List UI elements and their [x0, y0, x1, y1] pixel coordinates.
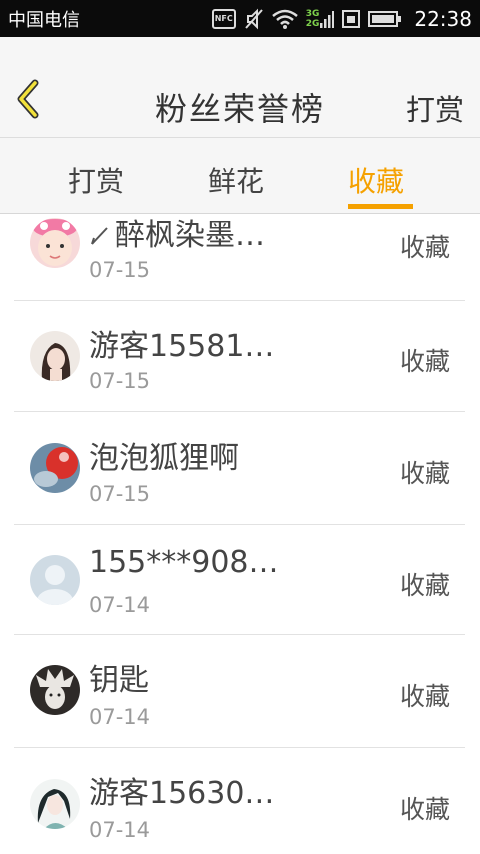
- sim-icon: [342, 8, 361, 30]
- list-item-name: 泡泡狐狸啊: [89, 441, 239, 476]
- title-bar: 粉丝荣誉榜 打赏: [0, 37, 480, 138]
- mute-icon: [244, 8, 264, 30]
- tab-favorites[interactable]: 收藏: [348, 160, 404, 200]
- reward-button[interactable]: 打赏: [406, 87, 464, 129]
- tab-reward[interactable]: 打赏: [68, 160, 124, 200]
- list-item[interactable]: 泡泡狐狸啊 07-15 收藏: [14, 412, 465, 525]
- list-item-action: 收藏: [399, 233, 450, 262]
- list-item[interactable]: 游客15630… 07-14 收藏: [14, 748, 465, 854]
- nfc-icon: NFC: [211, 8, 236, 30]
- fan-list[interactable]: 醉枫染墨… 07-15 收藏 游客15581… 07-15 收藏 泡泡狐狸啊 0…: [0, 214, 480, 854]
- list-item-date: 07-15: [89, 258, 151, 282]
- status-bar: 中国电信 NFC 3G 2G 22:38: [0, 0, 480, 37]
- active-tab-indicator: [348, 204, 413, 209]
- list-item[interactable]: 醉枫染墨… 07-15 收藏: [14, 214, 465, 301]
- list-item-name: 钥匙: [89, 663, 149, 698]
- list-item-name: 游客15581…: [89, 329, 275, 364]
- network-type-icon: 3G 2G: [306, 8, 335, 30]
- list-item-action: 收藏: [399, 459, 450, 488]
- tab-bar: 打赏 鲜花 收藏: [0, 138, 480, 214]
- list-item-date: 07-15: [89, 369, 151, 393]
- list-item[interactable]: 钥匙 07-14 收藏: [14, 635, 465, 748]
- list-item[interactable]: 游客15581… 07-15 收藏: [14, 301, 465, 412]
- list-item-name: 游客15630…: [89, 776, 275, 811]
- list-item-date: 07-15: [89, 482, 151, 506]
- carrier-label: 中国电信: [8, 9, 80, 31]
- list-item[interactable]: 155***908… 07-14 收藏: [14, 525, 465, 635]
- clock: 22:38: [414, 6, 472, 31]
- list-item-date: 07-14: [89, 705, 151, 729]
- avatar: [30, 331, 80, 381]
- tab-flowers[interactable]: 鲜花: [208, 160, 264, 200]
- list-item-action: 收藏: [399, 571, 450, 600]
- status-icons: NFC 3G 2G 22:38: [211, 6, 472, 31]
- pen-icon: [89, 219, 111, 254]
- list-item-action: 收藏: [399, 347, 450, 376]
- avatar: [30, 779, 80, 829]
- battery-icon: [368, 8, 402, 30]
- list-item-action: 收藏: [399, 682, 450, 711]
- default-user-icon: [30, 555, 80, 605]
- list-item-action: 收藏: [399, 795, 450, 824]
- list-item-name: 155***908…: [89, 545, 279, 580]
- wifi-icon: [271, 8, 298, 30]
- list-item-name: 醉枫染墨…: [89, 214, 265, 254]
- list-item-date: 07-14: [89, 593, 151, 617]
- avatar: [30, 218, 80, 268]
- avatar: [30, 555, 80, 605]
- list-item-date: 07-14: [89, 818, 151, 842]
- avatar: [30, 443, 80, 493]
- avatar: [30, 665, 80, 715]
